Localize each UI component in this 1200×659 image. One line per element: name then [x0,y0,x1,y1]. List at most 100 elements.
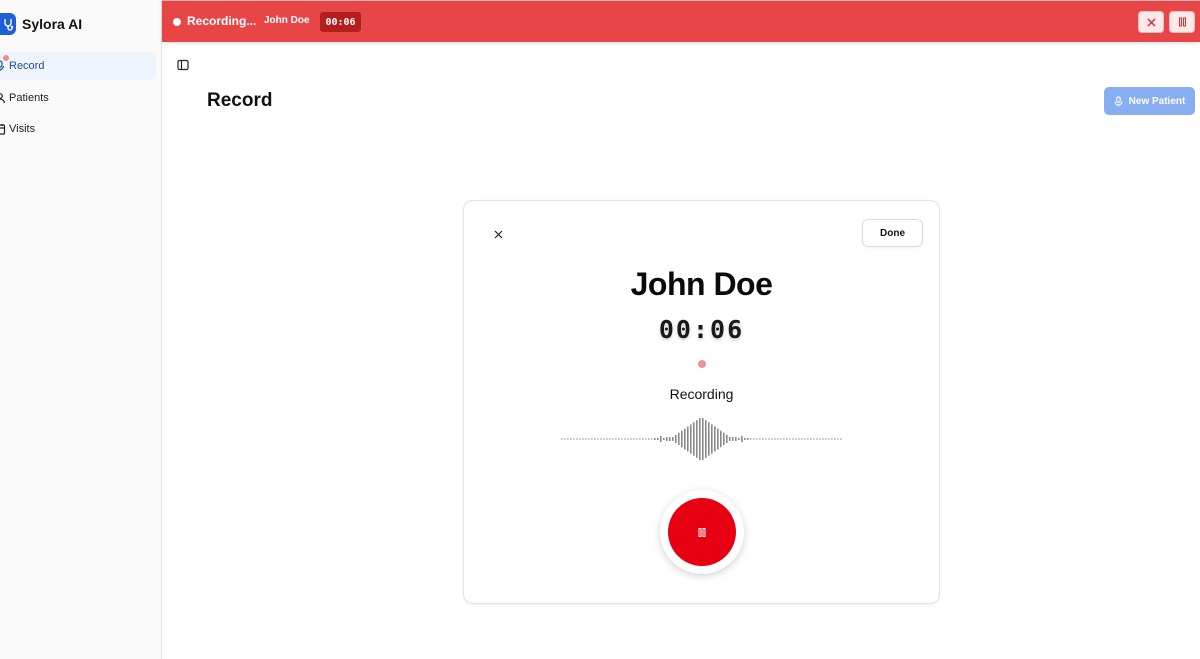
waveform-bar [732,437,734,441]
waveform-bar [792,438,794,440]
waveform-bar [630,438,632,440]
waveform-bar [681,430,683,448]
waveform-bar [750,438,752,440]
waveform-bar [804,438,806,440]
waveform-bar [738,438,740,440]
calendar-icon [0,115,8,143]
banner-pause-button[interactable] [1169,11,1195,33]
waveform-bar [834,438,836,440]
waveform-bar [627,438,629,440]
sidebar: Sylora AI Record Patients Visits [0,0,162,659]
new-patient-button[interactable]: New Patient [1104,87,1195,115]
waveform-bar [621,438,623,440]
waveform-bar [789,438,791,440]
waveform-bar [576,438,578,440]
waveform-bar [651,438,653,440]
waveform-bar [636,438,638,440]
waveform-bar [600,438,602,440]
close-icon [1146,17,1156,27]
waveform-bar [702,418,704,460]
waveform-bar [837,438,839,440]
waveform-bar [633,438,635,440]
waveform-bar [819,438,821,440]
waveform-bar [708,422,710,456]
waveform-bar [579,438,581,440]
waveform-bar [666,437,668,441]
waveform-bar [735,437,737,441]
mic-icon [1114,95,1123,106]
waveform-bar [822,438,824,440]
waveform-bar [825,438,827,440]
waveform-bar [687,426,689,452]
waveform-bar [696,420,698,458]
waveform-bar [717,428,719,450]
waveform-bar [711,424,713,454]
waveform-bar [798,438,800,440]
close-icon [494,230,502,238]
sidebar-item-label: Record [9,60,45,72]
waveform-bar [723,432,725,446]
waveform-bar [813,438,815,440]
waveform-bar [684,428,686,450]
sidebar-item-visits[interactable]: Visits [0,115,156,143]
waveform-bar [609,438,611,440]
new-patient-label: New Patient [1128,95,1186,107]
sidebar-item-record[interactable]: Record [0,52,156,80]
waveform-bar [591,438,593,440]
waveform-bar [624,438,626,440]
recording-status: Recording [669,386,734,402]
waveform-bar [570,438,572,440]
waveform-bar [747,438,749,440]
sidebar-item-label: Visits [9,123,36,135]
waveform-bar [774,438,776,440]
brand[interactable]: Sylora AI [0,12,82,36]
panel-left-icon [177,59,189,71]
waveform-bar [669,437,671,441]
pause-icon [698,527,706,537]
recording-card: Done John Doe 00:06 Recording [463,200,940,604]
recording-dot [173,18,181,26]
waveform-bar [585,438,587,440]
waveform-bar [795,438,797,440]
banner-timer: 00:06 [320,12,361,32]
waveform-bar [714,426,716,452]
banner-cancel-button[interactable] [1138,11,1164,33]
waveform-bar [690,424,692,454]
waveform-bar [582,438,584,440]
waveform-bar [762,438,764,440]
waveform-bar [645,438,647,440]
waveform-bar [816,438,818,440]
waveform-bar [726,434,728,443]
waveform-bar [768,438,770,440]
app-root: Sylora AI Record Patients Visits Recordi… [0,0,1200,659]
waveform-bar [618,438,620,440]
banner-status: Recording... [187,14,257,28]
waveform-bar [642,438,644,440]
waveform-bar [741,436,743,442]
stethoscope-icon [0,13,16,35]
waveform-bar [777,438,779,440]
waveform-bar [597,438,599,440]
sidebar-toggle-button[interactable] [177,58,189,71]
waveform-bar [663,438,665,440]
page-title: Record [207,90,273,111]
waveform-bar [720,430,722,448]
user-icon [0,84,8,112]
waveform-bar [612,438,614,440]
waveform-bar [840,438,842,440]
app-name: Sylora AI [22,16,83,32]
waveform-bar [675,434,677,443]
waveform-bar [639,438,641,440]
patient-name: John Doe [630,266,773,302]
close-recorder-button[interactable] [484,221,512,247]
done-button[interactable]: Done [862,219,923,247]
recording-indicator-dot [3,55,9,61]
waveform-bar [654,438,656,440]
waveform-bar [744,438,746,440]
sidebar-item-patients[interactable]: Patients [0,84,156,112]
pause-recording-button[interactable] [660,490,744,574]
waveform-bar [828,438,830,440]
waveform-bar [771,438,773,440]
waveform-bar [588,438,590,440]
waveform-bar [807,438,809,440]
